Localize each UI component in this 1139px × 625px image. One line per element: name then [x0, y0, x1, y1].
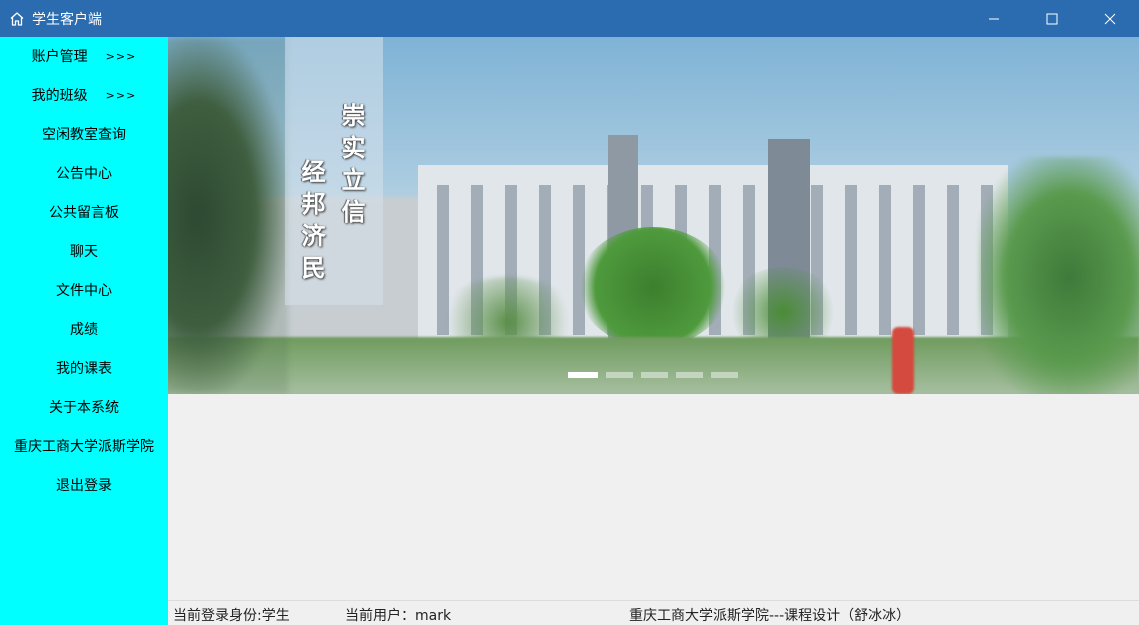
- sidebar-item-message-board[interactable]: 公共留言板: [0, 200, 168, 224]
- carousel-indicators: [568, 372, 738, 378]
- sidebar-item-logout[interactable]: 退出登录: [0, 473, 168, 497]
- sidebar-item-label: 文件中心: [56, 283, 112, 299]
- calligraphy-panel: 崇实立信 经邦济民: [285, 37, 383, 305]
- motto-line-2: 经邦济民: [297, 159, 326, 287]
- sidebar-item-label: 关于本系统: [49, 400, 119, 416]
- submenu-arrows: >>>: [105, 49, 137, 63]
- sidebar-item-label: 空闲教室查询: [42, 127, 126, 143]
- status-user: 当前用户：mark: [345, 608, 452, 624]
- maximize-button[interactable]: [1023, 0, 1081, 37]
- sidebar-item-college[interactable]: 重庆工商大学派斯学院: [0, 434, 168, 458]
- sidebar-item-label: 退出登录: [56, 478, 112, 494]
- sidebar-item-label: 重庆工商大学派斯学院: [14, 439, 154, 455]
- sidebar-item-label: 成绩: [70, 322, 98, 338]
- sidebar-item-chat[interactable]: 聊天: [0, 239, 168, 263]
- minimize-button[interactable]: [965, 0, 1023, 37]
- sidebar-item-grades[interactable]: 成绩: [0, 317, 168, 341]
- sidebar-item-account[interactable]: 账户管理 >>>: [0, 44, 168, 68]
- sidebar-item-timetable[interactable]: 我的课表: [0, 356, 168, 380]
- main-content-area: [168, 394, 1139, 600]
- close-button[interactable]: [1081, 0, 1139, 37]
- carousel-dot-4[interactable]: [676, 372, 703, 378]
- sidebar-item-label: 我的课表: [56, 361, 112, 377]
- sidebar-item-label: 账户管理: [31, 49, 88, 65]
- sidebar-item-announcements[interactable]: 公告中心: [0, 161, 168, 185]
- title-bar[interactable]: 学生客户端: [0, 0, 1139, 37]
- status-bar: 当前登录身份:学生 当前用户：mark 重庆工商大学派斯学院---课程设计（舒冰…: [168, 600, 1139, 625]
- window-title: 学生客户端: [32, 11, 102, 28]
- sidebar-item-my-class[interactable]: 我的班级 >>>: [0, 83, 168, 107]
- motto-line-1: 崇实立信: [337, 103, 366, 231]
- banner-red-post: [892, 327, 914, 394]
- banner-tree-left: [168, 37, 288, 394]
- sidebar-item-label: 聊天: [70, 244, 98, 260]
- status-course-info: 重庆工商大学派斯学院---课程设计（舒冰冰）: [629, 608, 911, 624]
- status-role: 当前登录身份:学生: [173, 608, 290, 624]
- sidebar-item-label: 公共留言板: [49, 205, 119, 221]
- close-icon: [1104, 13, 1116, 24]
- campus-banner-carousel[interactable]: 崇实立信 经邦济民: [168, 37, 1139, 394]
- minimize-icon: [989, 18, 999, 19]
- sidebar-item-files[interactable]: 文件中心: [0, 278, 168, 302]
- sidebar-menu: 账户管理 >>> 我的班级 >>> 空闲教室查询 公告中心 公共留言板 聊天 文…: [0, 37, 168, 625]
- sidebar-item-label: 我的班级: [31, 88, 88, 104]
- home-icon: [9, 11, 25, 27]
- banner-tree: [578, 227, 728, 347]
- carousel-dot-5[interactable]: [711, 372, 738, 378]
- sidebar-item-free-classroom[interactable]: 空闲教室查询: [0, 122, 168, 146]
- carousel-dot-1[interactable]: [568, 372, 598, 378]
- maximize-icon: [1046, 13, 1058, 24]
- sidebar-item-about[interactable]: 关于本系统: [0, 395, 168, 419]
- carousel-dot-3[interactable]: [641, 372, 668, 378]
- carousel-dot-2[interactable]: [606, 372, 633, 378]
- sidebar-item-label: 公告中心: [56, 166, 112, 182]
- banner-tree-right: [979, 157, 1139, 394]
- app-window: 学生客户端 账户管理 >>> 我的班级 >>> 空闲教室查询 公告中心 公共留言…: [0, 0, 1139, 625]
- submenu-arrows: >>>: [105, 88, 137, 102]
